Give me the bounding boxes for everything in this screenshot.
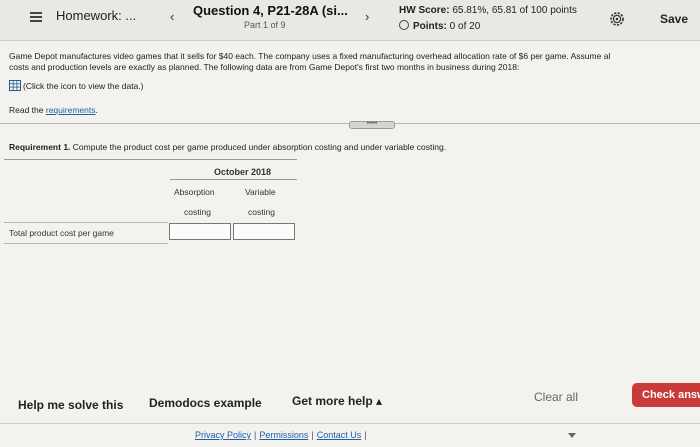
intro-line-1: Game Depot manufactures video games that… <box>9 51 611 61</box>
save-button[interactable]: Save <box>660 12 688 26</box>
absorption-cost-input[interactable] <box>169 223 231 240</box>
data-link[interactable]: (Click the icon to view the data.) <box>9 80 143 91</box>
points: Points: 0 of 20 <box>399 20 480 32</box>
row-label: Total product cost per game <box>9 228 114 238</box>
permissions-link[interactable]: Permissions <box>259 430 308 440</box>
requirement-title: Requirement 1. Compute the product cost … <box>9 142 446 152</box>
legal-links: Privacy Policy | Permissions | Contact Us | <box>195 430 370 440</box>
homework-title[interactable]: Homework: ... <box>56 8 136 23</box>
read-label: Read the <box>9 105 44 115</box>
table-top-rule <box>4 159 297 160</box>
expand-handle[interactable]: ••••• <box>349 121 395 129</box>
requirements-link[interactable]: requirements <box>46 105 96 115</box>
problem-statement: Game Depot manufactures video games that… <box>9 51 700 73</box>
requirements-suffix: . <box>95 105 98 115</box>
chevron-down-icon[interactable] <box>568 433 576 438</box>
contact-us-link[interactable]: Contact Us <box>317 430 362 440</box>
question-part: Part 1 of 9 <box>244 20 286 30</box>
points-circle-icon <box>399 20 409 30</box>
absorption-header-line1: Absorption <box>174 187 215 197</box>
absorption-header-line2: costing <box>184 207 211 217</box>
intro-line-2: costs and production levels are exactly … <box>9 62 520 72</box>
separator: | <box>254 430 257 440</box>
hw-score: HW Score: 65.81%, 65.81 of 100 points <box>399 5 577 16</box>
privacy-policy-link[interactable]: Privacy Policy <box>195 430 251 440</box>
caret-up-icon: ▴ <box>376 394 383 408</box>
top-bar: Homework: ... ‹ Question 4, P21-28A (si.… <box>0 0 700 41</box>
gear-icon[interactable] <box>609 11 625 27</box>
get-more-help-label: Get more help <box>292 394 373 408</box>
requirement-label: Requirement 1. <box>9 142 71 152</box>
hw-score-value: 65.81%, 65.81 of 100 points <box>452 5 577 16</box>
variable-header-line2: costing <box>248 207 275 217</box>
points-label: Points: <box>413 21 447 32</box>
table-icon[interactable] <box>9 80 21 91</box>
read-requirements: Read the requirements. <box>9 105 98 115</box>
clear-all-button[interactable]: Clear all <box>534 390 578 404</box>
month-header: October 2018 <box>214 167 272 177</box>
points-value: 0 of 20 <box>449 21 481 32</box>
requirement-text: Compute the product cost per game produc… <box>72 142 447 152</box>
footer-rule <box>0 423 700 424</box>
menu-icon[interactable] <box>30 12 42 22</box>
separator: | <box>311 430 314 440</box>
variable-header-line1: Variable <box>245 187 276 197</box>
month-header-rule <box>170 179 297 180</box>
question-title[interactable]: Question 4, P21-28A (si... <box>193 3 348 18</box>
demodocs-example-button[interactable]: Demodocs example <box>149 396 262 410</box>
get-more-help-button[interactable]: Get more help ▴ <box>292 394 382 408</box>
prev-question-icon[interactable]: ‹ <box>170 9 174 24</box>
next-question-icon[interactable]: › <box>365 9 369 24</box>
check-answer-button[interactable]: Check answer <box>632 383 700 407</box>
hw-score-label: HW Score: <box>399 5 450 16</box>
separator: | <box>364 430 367 440</box>
data-link-text[interactable]: (Click the icon to view the data.) <box>23 81 143 91</box>
help-me-solve-button[interactable]: Help me solve this <box>18 398 123 412</box>
variable-cost-input[interactable] <box>233 223 295 240</box>
